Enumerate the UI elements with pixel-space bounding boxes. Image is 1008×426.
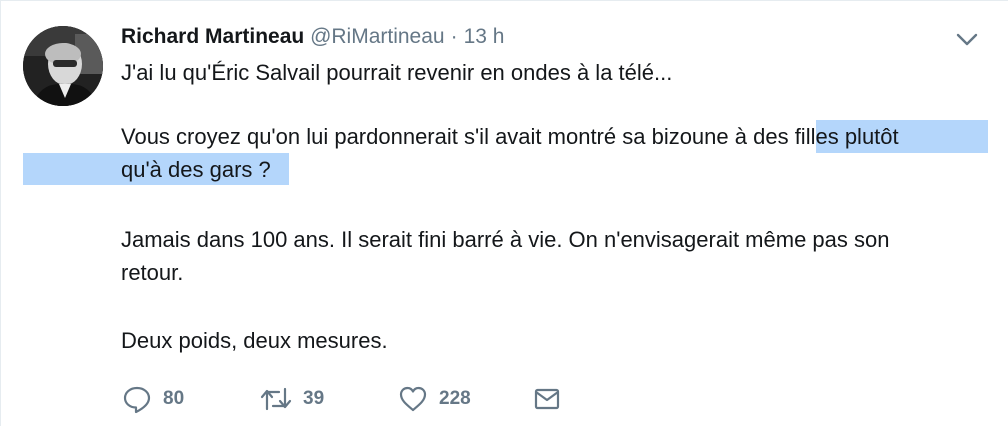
heart-icon (399, 386, 427, 412)
tweet-paragraph-2-line2: qu'à des gars ? (121, 153, 271, 186)
chevron-down-icon (956, 33, 978, 46)
reply-button[interactable]: 80 (121, 379, 184, 419)
timestamp[interactable]: 13 h (464, 25, 505, 48)
tweet-paragraph-3-line2: retour. (121, 260, 184, 285)
direct-message-button[interactable] (531, 379, 563, 419)
separator-dot: · (450, 25, 458, 48)
selected-text: des filles plutôt (753, 124, 899, 149)
like-count: 228 (439, 388, 471, 409)
author-handle[interactable]: @RiMartineau (310, 25, 445, 48)
reply-count: 80 (163, 388, 185, 409)
retweet-button[interactable]: 39 (259, 379, 324, 419)
tweet-menu-button[interactable] (953, 29, 981, 49)
tweet-paragraph-1: J'ai lu qu'Éric Salvail pourrait revenir… (121, 60, 673, 85)
like-button[interactable]: 228 (397, 379, 471, 419)
author-name[interactable]: Richard Martineau (121, 25, 304, 48)
retweet-icon (260, 387, 292, 411)
tweet-header: Richard Martineau @RiMartineau · 13 h (121, 22, 504, 52)
tweet-card[interactable]: Richard Martineau @RiMartineau · 13 h J'ai… (0, 0, 1008, 426)
reply-icon (123, 386, 151, 414)
retweet-count: 39 (303, 388, 325, 409)
paragraph-2-text: Vous croyez qu'on lui pardonnerait s'il … (121, 124, 754, 149)
tweet-paragraph-3-line1: Jamais dans 100 ans. Il serait fini barr… (121, 227, 890, 252)
selected-text-continued: qu'à des gars ? (121, 157, 271, 182)
avatar[interactable] (23, 26, 103, 106)
envelope-icon (534, 388, 560, 410)
avatar-photo (23, 26, 103, 106)
tweet-paragraph-2-line1: Vous croyez qu'on lui pardonnerait s'il … (121, 120, 899, 153)
tweet-paragraph-4: Deux poids, deux mesures. (121, 328, 388, 353)
